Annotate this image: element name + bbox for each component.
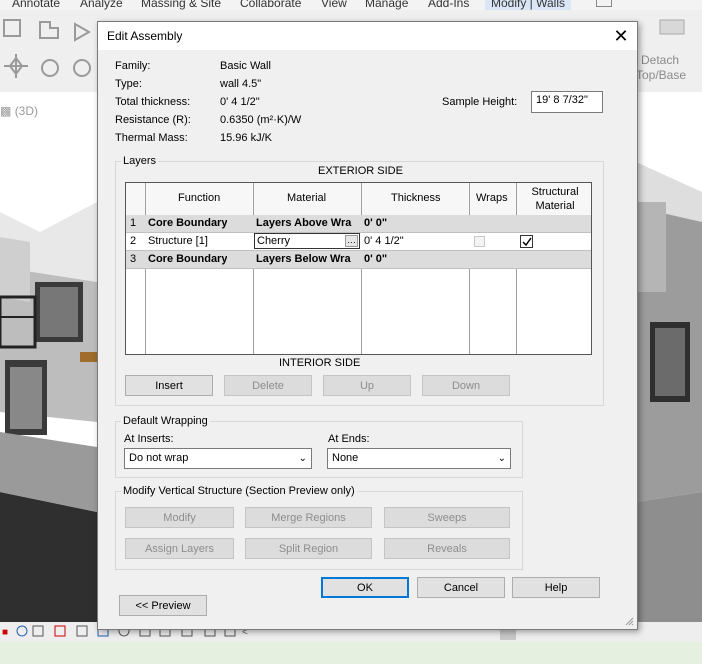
checkmark-icon xyxy=(522,237,532,247)
tab-manage[interactable]: Manage xyxy=(365,0,408,10)
structural-checkbox[interactable] xyxy=(520,235,533,248)
delete-button[interactable]: Delete xyxy=(224,375,312,396)
row-number: 2 xyxy=(130,235,137,247)
layers-table: Function Material Thickness Wraps Struct… xyxy=(125,182,592,355)
tab-modify-walls[interactable]: Modify | Walls xyxy=(485,0,572,10)
browse-material-button[interactable]: … xyxy=(345,235,358,247)
detach-label: Detach xyxy=(641,53,680,67)
cancel-button[interactable]: Cancel xyxy=(417,577,505,598)
row-function[interactable]: Structure [1] xyxy=(148,235,208,247)
row-thickness[interactable]: 0' 0" xyxy=(364,217,387,229)
sweeps-button[interactable]: Sweeps xyxy=(384,507,510,528)
at-ends-select[interactable]: None ⌄ xyxy=(327,448,511,469)
thermal-mass-value: 15.96 kJ/K xyxy=(220,132,272,144)
edit-assembly-dialog: Edit Assembly ✕ Family: Basic Wall Type:… xyxy=(97,21,638,630)
tab-view[interactable]: View xyxy=(321,0,347,10)
sample-height-label: Sample Height: xyxy=(442,96,518,108)
col-material-header[interactable]: Material xyxy=(287,192,326,204)
status-bar xyxy=(0,642,702,664)
preview-toggle-button[interactable]: << Preview xyxy=(119,595,207,616)
insert-button[interactable]: Insert xyxy=(125,375,213,396)
at-ends-value: None xyxy=(332,452,359,464)
default-wrapping-title: Default Wrapping xyxy=(121,415,210,427)
chevron-down-icon: ⌄ xyxy=(497,453,506,464)
ribbon-tabs: Annotate Analyze Massing & Site Collabor… xyxy=(0,0,702,10)
col-wraps-header[interactable]: Wraps xyxy=(476,192,508,204)
assign-layers-button[interactable]: Assign Layers xyxy=(125,538,234,559)
total-thickness-value: 0' 4 1/2" xyxy=(220,96,260,108)
resistance-label: Resistance (R): xyxy=(115,114,191,126)
tab-massing-site[interactable]: Massing & Site xyxy=(141,0,221,10)
tab-add-ins[interactable]: Add-Ins xyxy=(428,0,469,10)
ok-button[interactable]: OK xyxy=(321,577,409,598)
dialog-title: Edit Assembly xyxy=(107,29,183,43)
type-label: Type: xyxy=(115,78,142,90)
tab-analyze[interactable]: Analyze xyxy=(80,0,123,10)
help-button[interactable]: Help xyxy=(512,577,600,598)
family-label: Family: xyxy=(115,60,151,72)
row-number: 3 xyxy=(130,253,137,265)
row-thickness[interactable]: 0' 0" xyxy=(364,253,387,265)
up-button[interactable]: Up xyxy=(323,375,411,396)
col-structural-header[interactable]: Structural Material xyxy=(520,185,590,213)
dialog-titlebar[interactable]: Edit Assembly ✕ xyxy=(98,22,637,50)
row-function[interactable]: Core Boundary xyxy=(148,217,227,229)
tab-annotate[interactable]: Annotate xyxy=(12,0,60,10)
interior-side-label: INTERIOR SIDE xyxy=(279,357,361,369)
total-thickness-label: Total thickness: xyxy=(115,96,191,108)
at-inserts-label: At Inserts: xyxy=(124,433,174,445)
modify-button[interactable]: Modify xyxy=(125,507,234,528)
row-function[interactable]: Core Boundary xyxy=(148,253,227,265)
row-material[interactable]: Cherry xyxy=(257,235,290,247)
row-thickness[interactable]: 0' 4 1/2" xyxy=(364,235,404,247)
split-region-button[interactable]: Split Region xyxy=(245,538,372,559)
col-function-header[interactable]: Function xyxy=(178,192,220,204)
row-material[interactable]: Layers Above Wra xyxy=(256,217,359,229)
reveals-button[interactable]: Reveals xyxy=(384,538,510,559)
row-material[interactable]: Layers Below Wra xyxy=(256,253,359,265)
detach-label-2: Top/Base xyxy=(636,68,687,82)
wraps-checkbox[interactable] xyxy=(474,236,485,247)
svg-text:■: ■ xyxy=(2,627,8,638)
chevron-down-icon: ⌄ xyxy=(298,453,307,464)
at-inserts-value: Do not wrap xyxy=(129,452,189,464)
tab-collaborate[interactable]: Collaborate xyxy=(240,0,301,10)
resistance-value: 0.6350 (m²·K)/W xyxy=(220,114,302,126)
at-ends-label: At Ends: xyxy=(328,433,370,445)
layers-group-title: Layers xyxy=(121,155,159,167)
sample-height-input[interactable]: 19' 8 7/32" xyxy=(531,91,603,113)
row-number: 1 xyxy=(130,217,137,229)
family-value: Basic Wall xyxy=(220,60,271,72)
type-value: wall 4.5" xyxy=(220,78,262,90)
vertical-structure-title: Modify Vertical Structure (Section Previ… xyxy=(121,485,357,497)
panel-toggle-icon[interactable] xyxy=(596,0,612,7)
modify-tools-icons[interactable] xyxy=(0,10,97,92)
detach-icon[interactable] xyxy=(640,16,700,76)
close-icon[interactable]: ✕ xyxy=(610,25,632,47)
at-inserts-select[interactable]: Do not wrap ⌄ xyxy=(124,448,312,469)
merge-regions-button[interactable]: Merge Regions xyxy=(245,507,372,528)
down-button[interactable]: Down xyxy=(422,375,510,396)
col-thickness-header[interactable]: Thickness xyxy=(391,192,441,204)
resize-grip-icon[interactable] xyxy=(624,616,634,626)
exterior-side-label: EXTERIOR SIDE xyxy=(318,165,403,177)
thermal-mass-label: Thermal Mass: xyxy=(115,132,188,144)
